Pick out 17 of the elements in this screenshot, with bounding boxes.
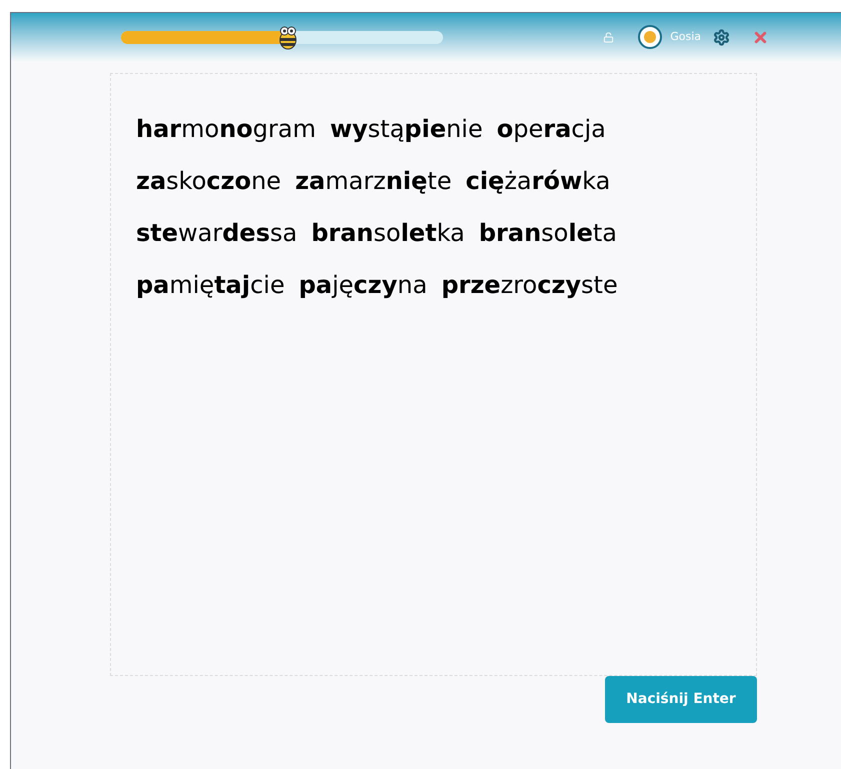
word: wystąpienie [330,114,483,145]
word: harmonogram [136,114,316,145]
enter-button[interactable]: Naciśnij Enter [605,676,757,723]
avatar[interactable] [638,25,662,49]
settings-icon[interactable] [713,28,730,46]
word: przezroczyste [441,270,618,301]
word: bransoletka [311,218,465,249]
word: bransoleta [478,218,617,249]
word: stewardessa [136,218,298,249]
word: pajęczyna [298,270,428,301]
close-icon[interactable] [752,28,769,46]
word: operacja [496,114,606,145]
word: zamarznięte [295,166,452,197]
user-name[interactable]: Gosia [670,28,701,46]
word: pamiętajcie [136,270,285,301]
word: zaskoczone [136,166,282,197]
word: ciężarówka [466,166,610,197]
